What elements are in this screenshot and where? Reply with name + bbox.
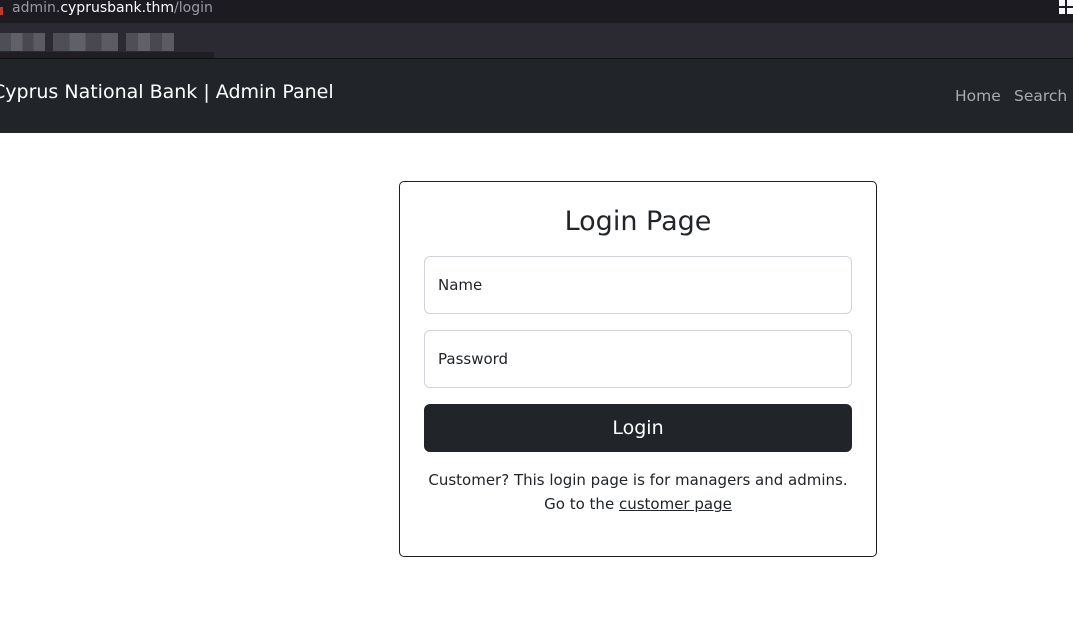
login-button[interactable]: Login <box>424 404 852 452</box>
name-input-placeholder: Name <box>438 276 483 294</box>
bookmark-item-obscured[interactable] <box>126 33 174 51</box>
extensions-icon[interactable] <box>1057 0 1073 14</box>
bookmark-item-obscured[interactable] <box>0 33 45 51</box>
password-input[interactable]: Password <box>424 330 852 388</box>
page-title: Login Page <box>564 206 712 237</box>
login-card: Login Page Name Password Login Customer?… <box>399 181 877 557</box>
name-input[interactable]: Name <box>424 256 852 314</box>
url-text[interactable]: admin.cyprusbank.thm/login <box>12 0 213 17</box>
bookmark-item-obscured[interactable] <box>53 33 118 51</box>
bookmarks-toolbar <box>0 23 1073 59</box>
url-host-prefix: admin. <box>12 0 61 16</box>
browser-address-bar[interactable]: admin.cyprusbank.thm/login <box>0 0 1073 23</box>
customer-page-link[interactable]: customer page <box>619 495 732 513</box>
navbar-brand[interactable]: Cyprus National Bank | Admin Panel <box>0 81 334 103</box>
password-input-placeholder: Password <box>438 350 509 368</box>
site-navbar: Cyprus National Bank | Admin Panel Home … <box>0 59 1073 133</box>
nav-link-home[interactable]: Home <box>955 87 1001 105</box>
customer-note-line1: Customer? This login page is for manager… <box>428 471 848 489</box>
customer-note-line2: Go to the customer page <box>400 492 876 516</box>
security-indicator-icon[interactable] <box>0 7 3 15</box>
nav-link-search[interactable]: Search <box>1014 87 1067 105</box>
customer-note: Customer? This login page is for manager… <box>400 468 876 516</box>
toolbar-divider <box>0 52 214 58</box>
url-host: cyprusbank.thm <box>60 0 175 16</box>
customer-note-prefix: Go to the <box>544 495 615 513</box>
url-path: /login <box>174 0 213 16</box>
